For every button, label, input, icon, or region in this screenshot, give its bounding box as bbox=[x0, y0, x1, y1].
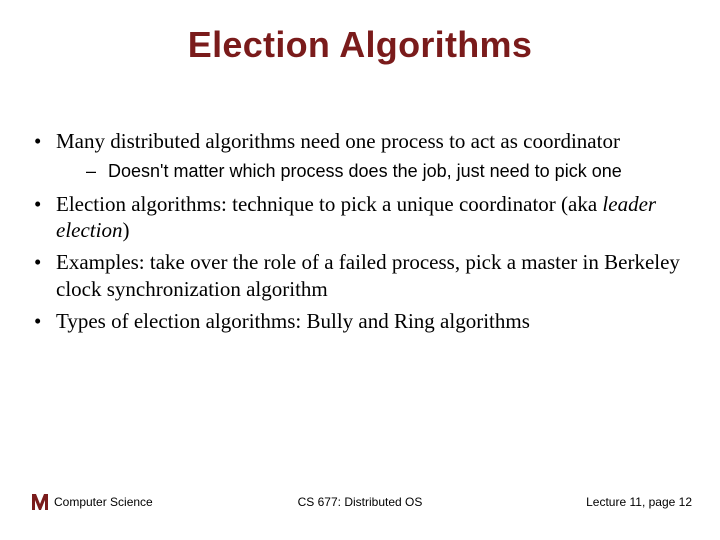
slide-body: Many distributed algorithms need one pro… bbox=[28, 128, 692, 334]
footer-right-text: Lecture 11, page 12 bbox=[586, 495, 692, 509]
bullet-text: Types of election algorithms: Bully and … bbox=[56, 309, 530, 333]
bullet-item: Types of election algorithms: Bully and … bbox=[28, 308, 692, 334]
footer-left-text: Computer Science bbox=[54, 495, 153, 509]
slide-title: Election Algorithms bbox=[28, 24, 692, 66]
bullet-text: Many distributed algorithms need one pro… bbox=[56, 129, 620, 153]
footer-left: Computer Science bbox=[28, 490, 153, 514]
bullet-text-pre: Election algorithms: technique to pick a… bbox=[56, 192, 602, 216]
bullet-item: Examples: take over the role of a failed… bbox=[28, 249, 692, 302]
sub-bullet-item: Doesn't matter which process does the jo… bbox=[56, 160, 692, 183]
bullet-item: Election algorithms: technique to pick a… bbox=[28, 191, 692, 244]
sub-bullet-text: Doesn't matter which process does the jo… bbox=[108, 161, 622, 181]
footer-center-text: CS 677: Distributed OS bbox=[298, 495, 423, 509]
sub-bullet-list: Doesn't matter which process does the jo… bbox=[56, 160, 692, 183]
slide: Election Algorithms Many distributed alg… bbox=[0, 0, 720, 540]
bullet-list: Many distributed algorithms need one pro… bbox=[28, 128, 692, 334]
bullet-text: Examples: take over the role of a failed… bbox=[56, 250, 680, 300]
bullet-text-post: ) bbox=[122, 218, 129, 242]
bullet-item: Many distributed algorithms need one pro… bbox=[28, 128, 692, 183]
umass-logo-icon bbox=[28, 490, 52, 514]
footer: Computer Science CS 677: Distributed OS … bbox=[0, 490, 720, 514]
